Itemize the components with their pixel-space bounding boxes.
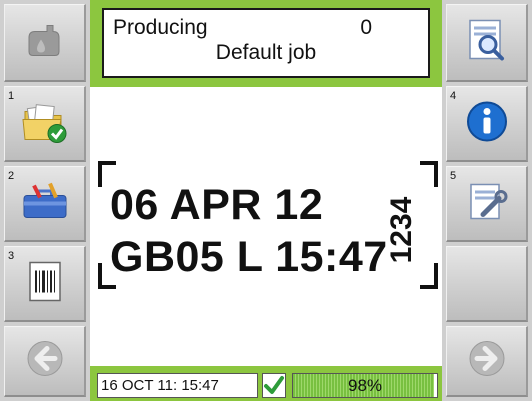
folder-check-icon: [21, 99, 69, 148]
toolbox-icon: [20, 181, 70, 226]
ink-level-label: 98%: [347, 376, 383, 395]
status-footer: 16 OCT 11: 15:47 98%: [90, 366, 442, 401]
status-header: Producing 0 Default job: [90, 0, 442, 87]
tools-button[interactable]: 2: [4, 166, 86, 242]
previous-button[interactable]: [4, 326, 86, 397]
preview-date-line: 06 APR 12: [110, 181, 324, 229]
ink-drop-icon: [23, 21, 67, 64]
check-icon: [264, 376, 284, 394]
printer-hmi-screen: 1 2 3 Producing 0 Default job 06 APR 12 …: [0, 0, 532, 401]
service-wrench-icon: [465, 180, 509, 227]
ok-indicator: [262, 373, 286, 398]
status-box[interactable]: Producing 0 Default job: [102, 8, 430, 78]
preview-magnifier-icon: [466, 18, 508, 67]
main-panel: Producing 0 Default job 06 APR 12 GB05 L…: [90, 0, 442, 401]
ink-level-bar: 98%: [292, 373, 438, 398]
barcode-document-icon: [27, 260, 63, 307]
empty-button[interactable]: [446, 246, 528, 322]
printer-state: Producing: [113, 16, 208, 39]
barcode-button[interactable]: 3: [4, 246, 86, 322]
left-button-column: 1 2 3: [0, 0, 90, 401]
next-button[interactable]: [446, 326, 528, 397]
arrow-left-icon: [25, 339, 65, 384]
arrow-right-icon: [467, 339, 507, 384]
date-time-display: 16 OCT 11: 15:47: [97, 373, 258, 398]
print-preview[interactable]: 06 APR 12 GB05 L 15:47 1234: [90, 87, 442, 366]
print-count: 0: [360, 16, 372, 39]
info-icon: [465, 99, 509, 148]
preview-button[interactable]: [446, 4, 528, 82]
ink-button[interactable]: [4, 4, 86, 82]
service-button[interactable]: 5: [446, 166, 528, 242]
job-select-button[interactable]: 1: [4, 86, 86, 162]
job-name: Default job: [215, 41, 317, 64]
right-button-column: 4 5: [442, 0, 532, 401]
preview-code-line: GB05 L 15:47: [110, 233, 388, 281]
preview-corner-top-right: [420, 161, 438, 187]
preview-corner-bottom-right: [420, 263, 438, 289]
info-button[interactable]: 4: [446, 86, 528, 162]
